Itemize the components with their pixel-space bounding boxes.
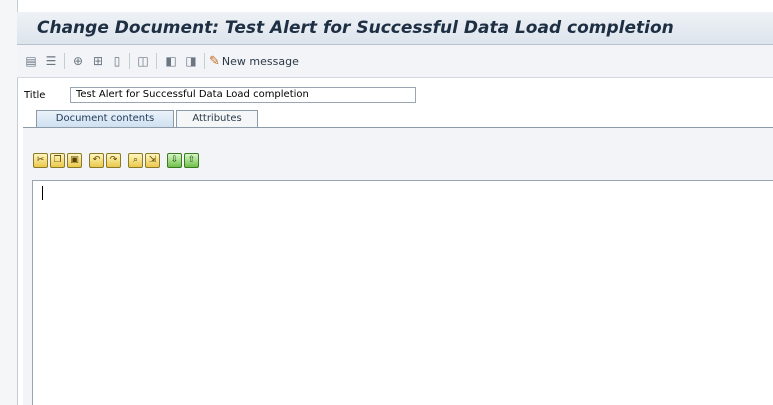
redo-icon[interactable]: ↷ — [106, 153, 121, 168]
change-icon[interactable]: ⊕ — [70, 53, 86, 69]
undo-icon[interactable]: ↶ — [89, 153, 104, 168]
attach-icon[interactable]: ◫ — [135, 53, 151, 69]
document-text-editor[interactable] — [32, 180, 773, 405]
previous-icon[interactable]: ◧ — [163, 53, 179, 69]
export-icon[interactable]: ⇧ — [184, 153, 199, 168]
tab-attributes[interactable]: Attributes — [176, 110, 258, 127]
delete-icon[interactable]: ▯ — [109, 53, 125, 69]
copy-icon[interactable]: ❐ — [50, 153, 65, 168]
page-title: Change Document: Test Alert for Successf… — [37, 18, 674, 38]
title-field-label: Title — [24, 90, 46, 101]
new-message-button[interactable]: ✎ New message — [209, 53, 299, 69]
toolbar-separator — [64, 53, 65, 69]
toolbar-separator — [156, 53, 157, 69]
tab-document-contents[interactable]: Document contents — [36, 110, 174, 127]
title-input[interactable]: Test Alert for Successful Data Load comp… — [70, 87, 416, 103]
application-toolbar: ▤ ☰ ⊕ ⊞ ▯ ◫ ◧ ◨ ✎ New message — [17, 45, 773, 78]
text-caret — [42, 186, 43, 200]
find-next-icon[interactable]: ⇲ — [145, 153, 160, 168]
left-frame-strip — [0, 0, 18, 405]
toolbar-separator — [204, 53, 205, 69]
find-icon[interactable]: ⌕ — [128, 153, 143, 168]
paste-icon[interactable]: ▣ — [67, 153, 82, 168]
window-title-bar: Change Document: Test Alert for Successf… — [17, 12, 773, 45]
next-icon[interactable]: ◨ — [183, 53, 199, 69]
distribute-icon[interactable]: ⊞ — [90, 53, 106, 69]
display-icon[interactable]: ▤ — [23, 53, 39, 69]
new-message-label: New message — [221, 54, 299, 68]
import-icon[interactable]: ⇩ — [167, 153, 182, 168]
toolbar-separator — [129, 53, 130, 69]
new-message-icon: ✎ — [209, 53, 220, 69]
cut-icon[interactable]: ✂ — [33, 153, 48, 168]
print-icon[interactable]: ☰ — [43, 53, 59, 69]
